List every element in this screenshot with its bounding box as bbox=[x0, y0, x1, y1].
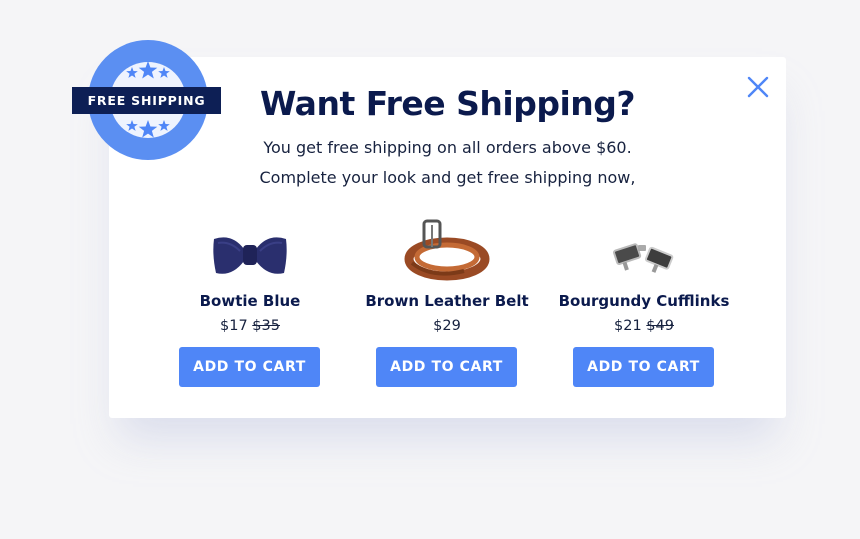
product-name: Bowtie Blue bbox=[199, 292, 301, 310]
modal-subtitle-line1: You get free shipping on all orders abov… bbox=[263, 138, 632, 157]
cufflinks-image bbox=[544, 215, 744, 285]
belt-image bbox=[347, 215, 547, 285]
modal-subtitle-line2: Complete your look and get free shipping… bbox=[259, 168, 636, 187]
page: FREE SHIPPING Want Free Shipping? You ge… bbox=[0, 0, 860, 539]
current-price: $21 bbox=[614, 318, 642, 334]
product-name: Bourgundy Cufflinks bbox=[558, 292, 730, 310]
add-to-cart-button[interactable]: ADD TO CART bbox=[573, 347, 714, 387]
product-price: $29 bbox=[347, 318, 547, 334]
old-price: $49 bbox=[646, 318, 674, 334]
product-card: Brown Leather Belt $29 ADD TO CART bbox=[347, 215, 547, 387]
old-price: $35 bbox=[252, 318, 280, 334]
product-card: Bowtie Blue $17 $35 ADD TO CART bbox=[150, 215, 350, 387]
product-card: Bourgundy Cufflinks $21 $49 ADD TO CART bbox=[544, 215, 744, 387]
add-to-cart-button[interactable]: ADD TO CART bbox=[179, 347, 320, 387]
bowtie-image bbox=[150, 215, 350, 285]
current-price: $29 bbox=[433, 318, 461, 334]
add-to-cart-button[interactable]: ADD TO CART bbox=[376, 347, 517, 387]
product-name: Brown Leather Belt bbox=[365, 292, 529, 310]
product-price: $21 $49 bbox=[544, 318, 744, 334]
product-price: $17 $35 bbox=[150, 318, 350, 334]
modal-title: Want Free Shipping? bbox=[259, 84, 636, 123]
current-price: $17 bbox=[220, 318, 248, 334]
